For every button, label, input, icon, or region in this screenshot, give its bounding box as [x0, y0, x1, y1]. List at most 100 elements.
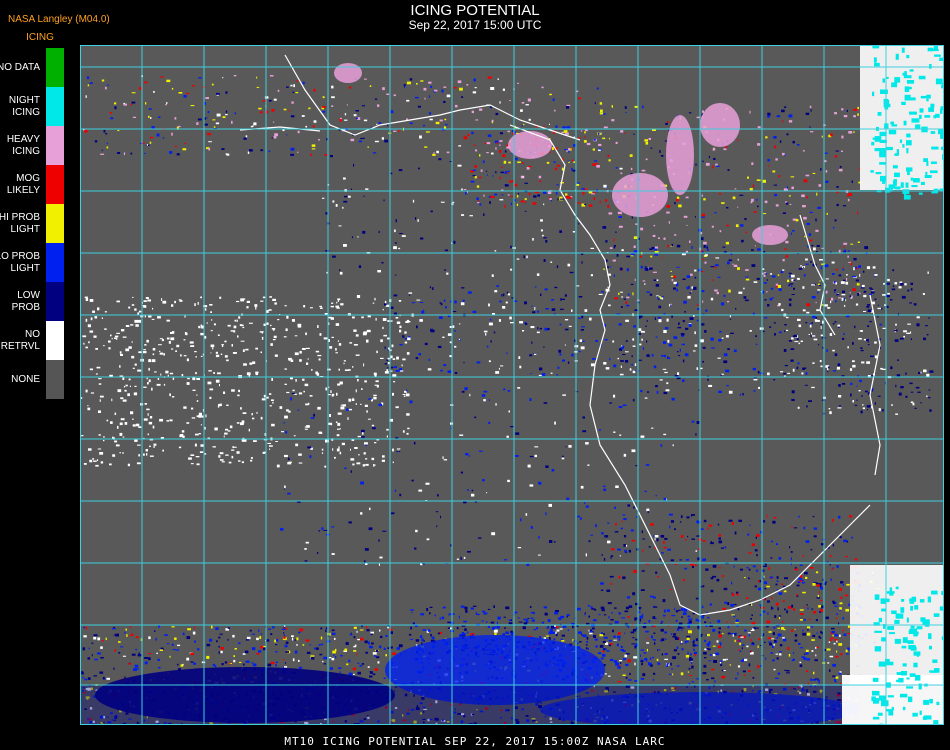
icing-pixel [716, 578, 720, 582]
icing-pixel [351, 236, 353, 239]
icing-pixel [409, 122, 413, 124]
icing-pixel [374, 655, 377, 657]
icing-pixel [335, 421, 338, 423]
icing-pixel [806, 303, 811, 307]
icing-pixel [548, 503, 552, 507]
icing-pixel [608, 304, 611, 307]
icing-pixel [554, 109, 556, 112]
icing-pixel [689, 292, 692, 294]
icing-pixel [790, 274, 795, 278]
icing-pixel [344, 113, 347, 116]
icing-pixel [654, 246, 658, 249]
icing-pixel [816, 245, 820, 247]
icing-pixel [145, 449, 148, 452]
icing-pixel [698, 620, 700, 622]
icing-pixel [439, 617, 441, 620]
icing-pixel [197, 648, 200, 651]
icing-pixel [788, 195, 791, 197]
icing-pixel [849, 292, 851, 294]
icing-pixel [143, 351, 147, 354]
icing-pixel [895, 323, 897, 326]
icing-pixel [581, 326, 585, 328]
icing-pixel [527, 618, 530, 620]
icing-pixel [80, 435, 84, 437]
icing-pixel [613, 364, 617, 368]
icing-pixel [735, 619, 739, 623]
icing-pixel [816, 251, 818, 253]
icing-pixel [916, 323, 920, 327]
icing-pixel [676, 377, 681, 380]
icing-pixel [180, 434, 184, 436]
icing-pixel [317, 406, 321, 410]
icing-pixel [406, 99, 410, 102]
icing-pixel [473, 144, 476, 146]
icing-pixel [829, 411, 832, 415]
icing-pixel [474, 165, 478, 168]
icing-pixel [743, 287, 745, 290]
icing-pixel [586, 640, 589, 643]
icing-pixel [661, 621, 664, 623]
icing-pixel [275, 644, 278, 646]
icing-pixel [242, 326, 245, 329]
icing-pixel [717, 619, 721, 623]
icing-pixel [353, 650, 357, 652]
icing-pixel [127, 463, 130, 467]
icing-pixel [694, 331, 696, 335]
icing-pixel [352, 667, 356, 671]
icing-pixel [622, 354, 626, 355]
icing-pixel [704, 621, 707, 624]
icing-pixel [377, 661, 380, 664]
icing-pixel [782, 152, 785, 156]
icing-pixel [131, 101, 136, 104]
icing-pixel [703, 241, 707, 245]
icing-pixel [364, 442, 368, 445]
icing-pixel [298, 462, 303, 464]
icing-pixel [834, 155, 838, 158]
icing-pixel [789, 203, 792, 205]
icing-pixel [663, 614, 666, 617]
icing-pixel [355, 334, 359, 337]
icing-pixel [617, 357, 619, 360]
icing-pixel [245, 348, 249, 351]
icing-pixel [810, 626, 814, 628]
icing-pixel [836, 186, 839, 188]
icing-pixel [84, 296, 88, 299]
icing-pixel [110, 334, 112, 337]
icing-pixel [281, 431, 285, 433]
icing-pixel [857, 293, 859, 296]
icing-pixel [644, 266, 647, 268]
icing-pixel [838, 515, 841, 519]
icing-pixel [95, 464, 99, 467]
icing-pixel [755, 343, 758, 346]
icing-pixel [661, 653, 664, 656]
icing-pixel [568, 148, 570, 151]
icing-pixel [816, 646, 819, 649]
icing-pixel [283, 336, 287, 338]
icing-pixel [817, 206, 822, 209]
icing-pixel [832, 663, 836, 667]
icing-pixel [499, 132, 504, 135]
icing-pixel [133, 668, 137, 671]
icing-pixel [641, 338, 643, 341]
icing-pixel [511, 297, 514, 299]
icing-pixel [460, 471, 463, 474]
icing-pixel [577, 202, 581, 204]
icing-pixel [843, 539, 847, 543]
icing-pixel [815, 218, 817, 222]
icing-pixel [361, 625, 363, 627]
icing-pixel [335, 656, 337, 659]
icing-pixel [662, 541, 665, 544]
icing-pixel [493, 331, 496, 334]
icing-pixel [682, 320, 685, 323]
icing-pixel [320, 636, 323, 640]
icing-pixel [749, 524, 751, 526]
icing-pixel [578, 222, 580, 225]
legend-label: LOW PROB [11, 289, 40, 313]
icing-pixel [132, 116, 137, 118]
icing-pixel [89, 82, 93, 84]
icing-pixel [417, 219, 419, 222]
icing-map[interactable] [80, 45, 944, 725]
icing-pixel [484, 142, 487, 144]
icing-pixel [645, 268, 649, 271]
icing-pixel [601, 653, 606, 657]
